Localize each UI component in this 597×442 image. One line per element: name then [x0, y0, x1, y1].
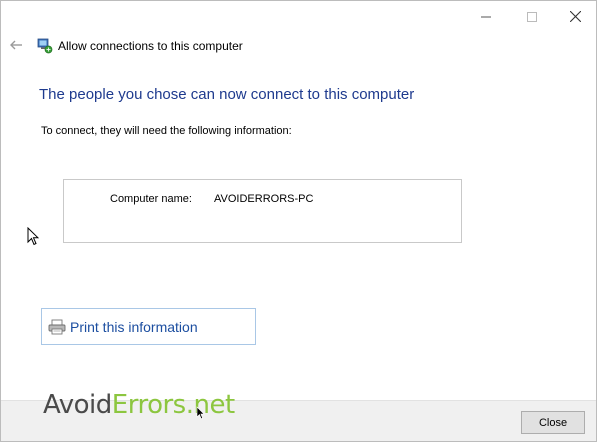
watermark-part-1: Avoid — [43, 390, 112, 420]
back-arrow-icon[interactable] — [8, 37, 24, 53]
close-button[interactable]: Close — [521, 411, 585, 434]
mouse-cursor-icon — [27, 227, 39, 246]
minimize-button[interactable] — [463, 1, 509, 32]
wizard-window: Allow connections to this computer The p… — [0, 0, 597, 442]
mouse-cursor-icon — [196, 406, 205, 420]
print-information-link[interactable]: Print this information — [41, 308, 256, 345]
watermark-part-3: .net — [185, 390, 235, 420]
close-window-button[interactable] — [552, 1, 596, 32]
close-icon — [569, 11, 581, 22]
maximize-button[interactable] — [509, 1, 555, 32]
wizard-title: Allow connections to this computer — [58, 39, 243, 53]
page-heading: The people you chose can now connect to … — [39, 86, 415, 103]
instruction-text: To connect, they will need the following… — [41, 125, 292, 137]
computer-name-value: AVOIDERRORS-PC — [214, 193, 314, 205]
computer-name-label: Computer name: — [110, 193, 192, 205]
watermark-part-2: Errors — [111, 390, 186, 420]
print-link-label: Print this information — [70, 318, 198, 335]
maximize-icon — [527, 11, 537, 22]
watermark-logo: AvoidErrors.net — [43, 388, 235, 422]
network-computer-icon — [37, 38, 53, 54]
minimize-icon — [481, 16, 491, 17]
printer-icon — [48, 319, 66, 334]
info-box: Computer name: AVOIDERRORS-PC — [63, 179, 462, 243]
